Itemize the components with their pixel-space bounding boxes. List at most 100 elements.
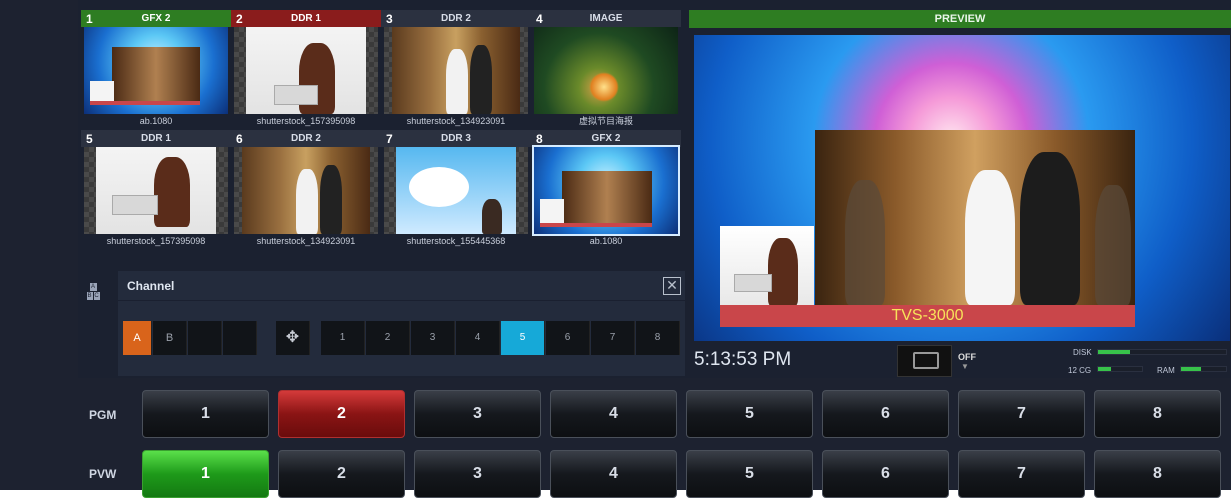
clock: 5:13:53 PM bbox=[694, 349, 791, 371]
tile-number: 2 bbox=[231, 12, 261, 26]
channel-divider bbox=[118, 300, 685, 301]
source-tile-6[interactable]: 6 DDR 2 shutterstock_134923091 bbox=[231, 130, 381, 247]
tile-thumbnail bbox=[384, 147, 528, 234]
source-tile-7[interactable]: 7 DDR 3 shutterstock_155445368 bbox=[381, 130, 531, 247]
source-tile-4[interactable]: 4 IMAGE 虚拟节目海报 bbox=[531, 10, 681, 127]
pgm-button-6[interactable]: 6 bbox=[822, 390, 949, 438]
source-tile-1[interactable]: 1 GFX 2 ab.1080 bbox=[81, 10, 231, 127]
source-tile-5[interactable]: 5 DDR 1 shutterstock_157395098 bbox=[81, 130, 231, 247]
tile-source-name: DDR 2 bbox=[411, 13, 531, 24]
layer-b-button[interactable]: B bbox=[153, 321, 187, 355]
layer-a-button[interactable]: A bbox=[123, 321, 152, 355]
tile-thumbnail bbox=[84, 147, 228, 234]
cg-usage-fill bbox=[1098, 367, 1111, 371]
pvw-button-2[interactable]: 2 bbox=[278, 450, 405, 498]
tile-source-name: DDR 1 bbox=[261, 13, 381, 24]
tile-number: 8 bbox=[531, 132, 561, 146]
pgm-button-3[interactable]: 3 bbox=[414, 390, 541, 438]
source-tile-3[interactable]: 3 DDR 2 shutterstock_134923091 bbox=[381, 10, 531, 127]
video-switcher-app: 1 GFX 2 ab.1080 2 DDR 1 shutterstock_157… bbox=[0, 0, 1231, 495]
source-tile-8[interactable]: 8 GFX 2 ab.1080 bbox=[531, 130, 681, 247]
tile-number: 6 bbox=[231, 132, 261, 146]
tile-thumbnail bbox=[84, 27, 228, 114]
preview-main-image bbox=[815, 130, 1135, 305]
tile-header: 5 DDR 1 bbox=[81, 130, 231, 147]
source-tile-2[interactable]: 2 DDR 1 shutterstock_157395098 bbox=[231, 10, 381, 127]
pvw-button-1[interactable]: 1 bbox=[142, 450, 269, 498]
tile-thumbnail bbox=[534, 147, 678, 234]
ram-label: RAM bbox=[1157, 366, 1175, 375]
preview-lower-third: TVS-3000 bbox=[720, 305, 1135, 327]
tile-header: 8 GFX 2 bbox=[531, 130, 681, 147]
layer-c-button[interactable] bbox=[188, 321, 222, 355]
position-move-button[interactable]: ✥ bbox=[276, 321, 310, 355]
tile-source-name: IMAGE bbox=[561, 13, 681, 24]
preview-monitor: TVS-3000 bbox=[694, 35, 1230, 341]
channel-8-button[interactable]: 8 bbox=[636, 321, 680, 355]
tile-thumbnail bbox=[534, 27, 678, 114]
pvw-button-7[interactable]: 7 bbox=[958, 450, 1085, 498]
pgm-button-5[interactable]: 5 bbox=[686, 390, 813, 438]
channel-2-button[interactable]: 2 bbox=[366, 321, 410, 355]
off-label: OFF bbox=[958, 352, 976, 362]
disk-label: DISK bbox=[1073, 348, 1092, 357]
tile-thumbnail bbox=[234, 147, 378, 234]
chevron-down-icon: ▼ bbox=[961, 362, 976, 371]
ram-usage-bar bbox=[1180, 366, 1227, 372]
tile-source-name: DDR 1 bbox=[111, 133, 231, 144]
tile-number: 4 bbox=[531, 12, 561, 26]
channel-panel: Channel ✕ AB ✥ 12345678 bbox=[118, 271, 685, 376]
cg-label: 12 CG bbox=[1068, 366, 1091, 375]
pvw-button-8[interactable]: 8 bbox=[1094, 450, 1221, 498]
tile-caption: 虚拟节目海报 bbox=[531, 115, 681, 127]
output-toggle[interactable]: OFF ▼ bbox=[958, 352, 976, 371]
pvw-row-label: PVW bbox=[89, 467, 116, 481]
pgm-button-2[interactable]: 2 bbox=[278, 390, 405, 438]
tile-caption: shutterstock_134923091 bbox=[231, 235, 381, 247]
left-strip bbox=[0, 0, 78, 490]
abc-layer-icon[interactable]: A BC bbox=[86, 282, 100, 300]
channel-6-button[interactable]: 6 bbox=[546, 321, 590, 355]
tile-number: 7 bbox=[381, 132, 411, 146]
tile-number: 3 bbox=[381, 12, 411, 26]
tile-thumbnail bbox=[384, 27, 528, 114]
channel-5-button[interactable]: 5 bbox=[501, 321, 545, 355]
monitor-button[interactable] bbox=[897, 345, 952, 377]
channel-1-button[interactable]: 1 bbox=[321, 321, 365, 355]
pgm-button-8[interactable]: 8 bbox=[1094, 390, 1221, 438]
pgm-button-1[interactable]: 1 bbox=[142, 390, 269, 438]
pvw-button-4[interactable]: 4 bbox=[550, 450, 677, 498]
tile-header: 7 DDR 3 bbox=[381, 130, 531, 147]
pgm-button-4[interactable]: 4 bbox=[550, 390, 677, 438]
pvw-button-6[interactable]: 6 bbox=[822, 450, 949, 498]
tile-caption: ab.1080 bbox=[81, 115, 231, 127]
close-icon[interactable]: ✕ bbox=[663, 277, 681, 295]
disk-usage-fill bbox=[1098, 350, 1130, 354]
tile-number: 1 bbox=[81, 12, 111, 26]
tile-source-name: GFX 2 bbox=[561, 133, 681, 144]
channel-7-button[interactable]: 7 bbox=[591, 321, 635, 355]
channel-3-button[interactable]: 3 bbox=[411, 321, 455, 355]
tile-header: 6 DDR 2 bbox=[231, 130, 381, 147]
ram-usage-fill bbox=[1181, 367, 1201, 371]
channel-4-button[interactable]: 4 bbox=[456, 321, 500, 355]
preview-header: PREVIEW bbox=[689, 10, 1231, 28]
tile-source-name: GFX 2 bbox=[111, 13, 231, 24]
pvw-button-5[interactable]: 5 bbox=[686, 450, 813, 498]
tile-source-name: DDR 2 bbox=[261, 133, 381, 144]
pvw-button-3[interactable]: 3 bbox=[414, 450, 541, 498]
disk-usage-bar bbox=[1097, 349, 1227, 355]
tile-number: 5 bbox=[81, 132, 111, 146]
tile-thumbnail bbox=[234, 27, 378, 114]
channel-title: Channel bbox=[127, 279, 174, 293]
monitor-icon bbox=[913, 352, 939, 369]
preview-inset-image bbox=[720, 226, 814, 306]
pgm-button-7[interactable]: 7 bbox=[958, 390, 1085, 438]
tile-header: 2 DDR 1 bbox=[231, 10, 381, 27]
tile-caption: shutterstock_157395098 bbox=[231, 115, 381, 127]
tile-header: 4 IMAGE bbox=[531, 10, 681, 27]
layer-d-button[interactable] bbox=[223, 321, 257, 355]
tile-source-name: DDR 3 bbox=[411, 133, 531, 144]
tile-header: 1 GFX 2 bbox=[81, 10, 231, 27]
cg-usage-bar bbox=[1097, 366, 1143, 372]
